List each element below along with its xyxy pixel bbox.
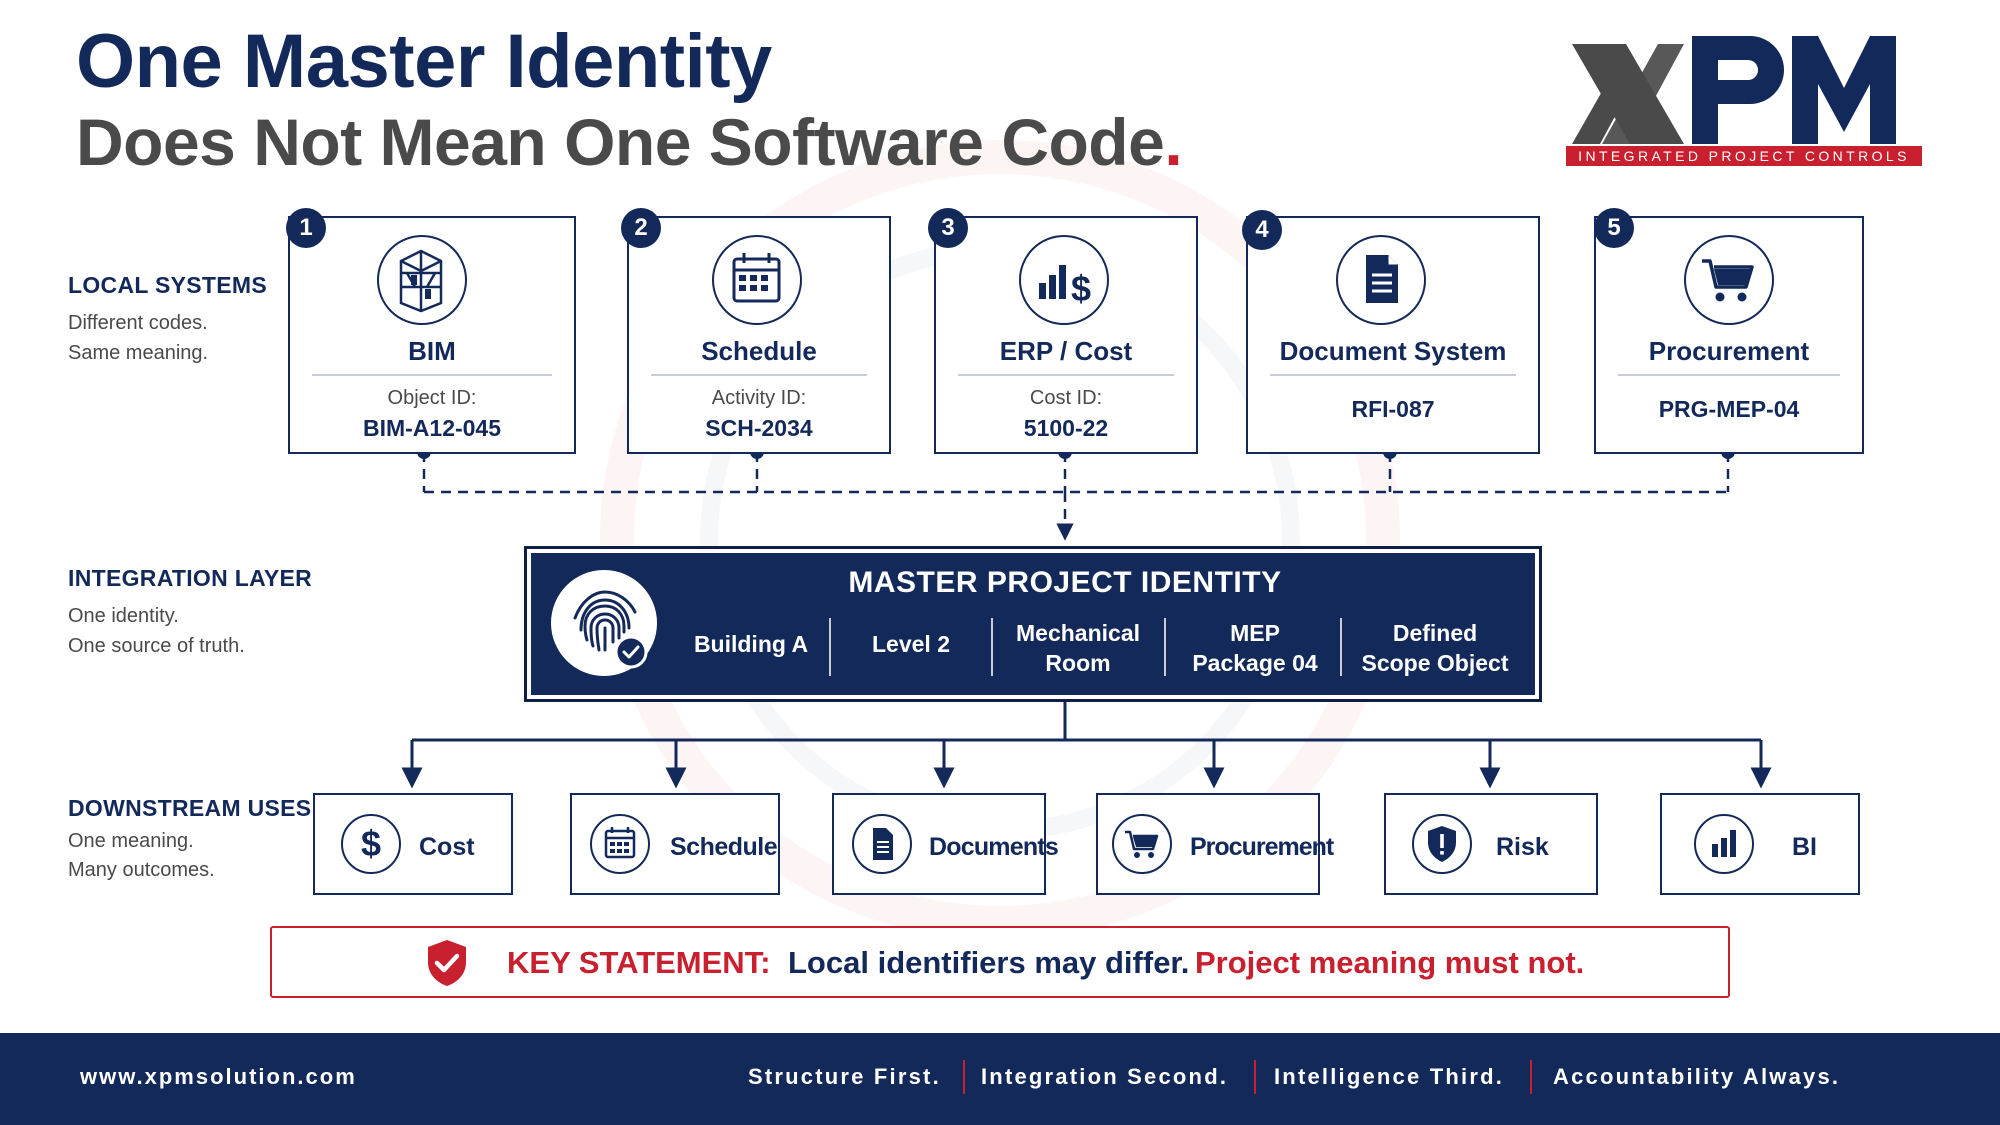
downstream-label: Risk [1496, 833, 1549, 861]
system-divider [651, 374, 867, 376]
document-icon [1336, 235, 1426, 325]
system-divider [312, 374, 552, 376]
system-number-badge: 1 [286, 208, 326, 248]
system-title: Schedule [701, 336, 817, 366]
system-id-code: PRG-MEP-04 [1658, 396, 1800, 422]
system-number-badge: 4 [1242, 210, 1282, 250]
svg-text:$: $ [1071, 268, 1091, 309]
footer-tagline-integration: Integration Second. [981, 1064, 1229, 1089]
svg-text:$: $ [361, 823, 381, 864]
master-item-divider [1340, 618, 1342, 676]
system-id-code: SCH-2034 [705, 415, 813, 441]
footer-tagline-intelligence: Intelligence Third. [1274, 1064, 1505, 1089]
master-identity-title: MASTER PROJECT IDENTITY [848, 566, 1282, 599]
system-title: Procurement [1648, 336, 1810, 366]
footer-tagline-accountability: Accountability Always. [1553, 1064, 1841, 1089]
system-number-badge: 3 [928, 208, 968, 248]
shield-check-icon [424, 938, 470, 988]
key-statement-text-primary: Local identifiers may differ. [788, 945, 1190, 980]
master-item-defined-scope: Defined Scope Object [1361, 620, 1509, 676]
master-item-level: Level 2 [872, 631, 950, 657]
downstream-label: BI [1792, 833, 1817, 861]
system-divider [1618, 374, 1840, 376]
master-item-mechanical-room: Mechanical Room [1016, 620, 1140, 676]
system-divider [1270, 374, 1516, 376]
system-title: ERP / Cost [999, 336, 1133, 366]
downstream-label: Procurement [1190, 833, 1334, 861]
key-statement-label: KEY STATEMENT: [507, 945, 771, 980]
master-item-mep-package: MEP Package 04 [1192, 620, 1318, 676]
document-icon [852, 814, 912, 874]
footer-separator [963, 1060, 965, 1094]
system-number-badge: 2 [621, 208, 661, 248]
shield-alert-icon [1412, 814, 1472, 874]
bar-chart-icon [1694, 814, 1754, 874]
master-item-building: Building A [693, 631, 809, 657]
master-item-divider [1164, 618, 1166, 676]
footer-tagline-structure: Structure First. [748, 1064, 941, 1089]
downstream-label: Documents [929, 833, 1059, 861]
system-id-label: Cost ID: [1029, 387, 1103, 409]
building-icon [377, 235, 467, 325]
cost-chart-icon: $ [1019, 235, 1109, 325]
system-id-code: 5100-22 [1023, 415, 1109, 441]
system-id-label: Activity ID: [711, 387, 807, 409]
downstream-card-bi [1660, 793, 1860, 895]
system-id-code: RFI-087 [1351, 396, 1435, 422]
master-item-divider [991, 618, 993, 676]
system-id-code: BIM-A12-045 [362, 415, 502, 441]
system-number-badge: 5 [1594, 208, 1634, 248]
cart-icon [1112, 814, 1172, 874]
calendar-icon [712, 235, 802, 325]
system-id-label: Object ID: [387, 387, 477, 409]
dollar-icon: $ [341, 814, 401, 874]
downstream-label: Cost [419, 833, 475, 861]
system-divider [958, 374, 1174, 376]
cart-icon [1684, 235, 1774, 325]
calendar-icon [590, 814, 650, 874]
key-statement-text-emphasis: Project meaning must not. [1195, 945, 1585, 980]
footer-separator [1530, 1060, 1532, 1094]
downstream-label: Schedule [670, 833, 778, 861]
footer-website-link[interactable]: www.xpmsolution.com [80, 1064, 357, 1090]
footer-separator [1254, 1060, 1256, 1094]
master-item-divider [829, 618, 831, 676]
system-title: Document System [1279, 336, 1507, 366]
system-title: BIM [408, 336, 456, 366]
fingerprint-icon [551, 570, 657, 676]
